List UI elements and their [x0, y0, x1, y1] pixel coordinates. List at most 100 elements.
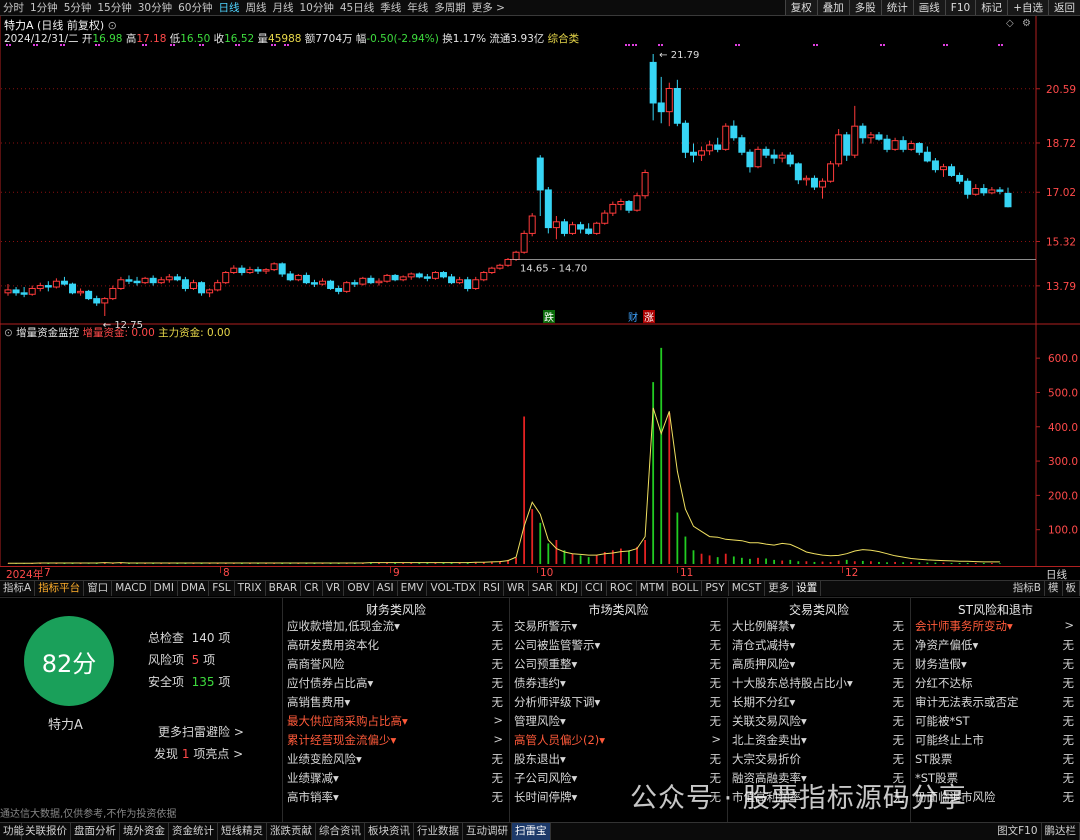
indicator-tab[interactable]: MCST: [729, 581, 766, 596]
bottom-tab[interactable]: 综合资讯: [316, 823, 365, 840]
indicator-tab[interactable]: EMV: [398, 581, 428, 596]
period-tab[interactable]: 周线: [243, 0, 270, 15]
period-tab[interactable]: 多周期: [431, 0, 469, 15]
risk-row[interactable]: 业绩变脸风险▾ 无: [287, 751, 503, 769]
indicator-settings-icon[interactable]: ⊙: [4, 327, 13, 339]
indicator-tab[interactable]: ROC: [607, 581, 637, 596]
period-tab[interactable]: 分时: [0, 0, 27, 15]
indicator-tab-right[interactable]: 板: [1063, 581, 1080, 596]
risk-row[interactable]: 北上资金卖出▾ 无: [732, 732, 904, 750]
risk-row[interactable]: 高销售费用▾ 无: [287, 694, 503, 712]
indicator-tab[interactable]: KDJ: [557, 581, 583, 596]
menu-button[interactable]: 复权: [784, 0, 817, 15]
period-tab[interactable]: 60分钟: [175, 0, 215, 15]
period-tab[interactable]: 45日线: [337, 0, 377, 15]
indicator-tab[interactable]: BRAR: [266, 581, 302, 596]
indicator-tab[interactable]: 指标平台: [35, 581, 85, 596]
menu-button[interactable]: 叠加: [816, 0, 849, 15]
indicator-tab[interactable]: SAR: [529, 581, 558, 596]
indicator-tab[interactable]: 窗口: [84, 581, 113, 596]
period-tab[interactable]: 1分钟: [27, 0, 61, 15]
risk-row[interactable]: 最大供应商采购占比高▾ >: [287, 713, 503, 731]
period-tab[interactable]: 年线: [404, 0, 431, 15]
bottom-tab[interactable]: 短线精灵: [218, 823, 267, 840]
risk-row[interactable]: 清仓式减持▾ 无: [732, 637, 904, 655]
menu-button[interactable]: F10: [944, 0, 976, 15]
risk-row[interactable]: 关联交易风险▾ 无: [732, 713, 904, 731]
bottom-right-tab[interactable]: 图文F10: [994, 823, 1042, 840]
period-tab[interactable]: 月线: [270, 0, 297, 15]
indicator-tab[interactable]: MACD: [112, 581, 151, 596]
bottom-tab[interactable]: 功能: [0, 823, 24, 840]
risk-row[interactable]: 管理风险▾ 无: [514, 713, 721, 731]
risk-row[interactable]: 交易所警示▾ 无: [514, 618, 721, 636]
bottom-tab[interactable]: 盘面分析: [71, 823, 120, 840]
period-tab[interactable]: 30分钟: [135, 0, 175, 15]
bottom-right-tab[interactable]: 鹏达栏: [1042, 823, 1080, 840]
risk-row[interactable]: 高管人员偏少(2)▾ >: [514, 732, 721, 750]
bottom-tab[interactable]: 资金统计: [169, 823, 218, 840]
risk-row[interactable]: 公司预重整▾ 无: [514, 656, 721, 674]
risk-row[interactable]: 十大股东总持股占比小▾ 无: [732, 675, 904, 693]
flag-die[interactable]: 跌: [544, 311, 554, 324]
menu-button[interactable]: 标记: [975, 0, 1008, 15]
risk-row[interactable]: 累计经营现金流偏少▾ >: [287, 732, 503, 750]
period-tab[interactable]: 10分钟: [297, 0, 337, 15]
indicator-tab[interactable]: PSY: [702, 581, 729, 596]
indicator-tab[interactable]: OBV: [344, 581, 374, 596]
gear-icon[interactable]: ⚙: [1022, 18, 1031, 29]
flag-zhang[interactable]: 涨: [644, 312, 654, 324]
risk-row[interactable]: 股东退出▾ 无: [514, 751, 721, 769]
risk-row[interactable]: 应付债券占比高▾ 无: [287, 675, 503, 693]
risk-row[interactable]: 债券违约▾ 无: [514, 675, 721, 693]
period-tab[interactable]: 5分钟: [61, 0, 95, 15]
menu-button[interactable]: +自选: [1007, 0, 1048, 15]
indicator-tab[interactable]: 更多: [765, 581, 794, 596]
risk-row[interactable]: 可能被*ST 无: [915, 713, 1074, 731]
bottom-tab[interactable]: 涨跌贡献: [267, 823, 316, 840]
risk-row[interactable]: 审计无法表示或否定 无: [915, 694, 1074, 712]
indicator-tab[interactable]: TRIX: [235, 581, 266, 596]
diamond-icon[interactable]: ◇: [1006, 18, 1014, 29]
indicator-tab-right[interactable]: 模: [1045, 581, 1063, 596]
period-tab[interactable]: 15分钟: [94, 0, 134, 15]
risk-row[interactable]: 分红不达标 无: [915, 675, 1074, 693]
risk-row[interactable]: 高市销率▾ 无: [287, 789, 503, 807]
period-tab[interactable]: 季线: [377, 0, 404, 15]
menu-button[interactable]: 画线: [912, 0, 945, 15]
risk-row[interactable]: 分析师评级下调▾ 无: [514, 694, 721, 712]
risk-row[interactable]: 高质押风险▾ 无: [732, 656, 904, 674]
risk-row[interactable]: 大宗交易折价 无: [732, 751, 904, 769]
indicator-tab[interactable]: RSI: [480, 581, 504, 596]
risk-row[interactable]: 可能终止上市 无: [915, 732, 1074, 750]
indicator-tab[interactable]: BOLL: [668, 581, 703, 596]
indicator-tab[interactable]: DMA: [178, 581, 210, 596]
indicator-tab[interactable]: WR: [504, 581, 529, 596]
indicator-tab[interactable]: DMI: [151, 581, 178, 596]
risk-row[interactable]: ST股票 无: [915, 751, 1074, 769]
risk-row[interactable]: 大比例解禁▾ 无: [732, 618, 904, 636]
period-tab[interactable]: 更多 >: [469, 0, 508, 15]
indicator-tab[interactable]: CCI: [582, 581, 607, 596]
menu-button[interactable]: 统计: [880, 0, 913, 15]
bottom-tab[interactable]: 扫雷宝: [512, 823, 551, 840]
indicator-tab[interactable]: MTM: [637, 581, 669, 596]
risk-row[interactable]: 高研发费用资本化 无: [287, 637, 503, 655]
chart-area[interactable]: 20.5918.7217.0215.3213.79◇ ⚙← 21.79← 12.7…: [0, 16, 1080, 566]
menu-button[interactable]: 返回: [1048, 0, 1080, 15]
risk-row[interactable]: 长期不分红▾ 无: [732, 694, 904, 712]
bottom-tab[interactable]: 板块资讯: [365, 823, 414, 840]
risk-row[interactable]: 财务造假▾ 无: [915, 656, 1074, 674]
highlight-link[interactable]: 发现 1 项亮点 >: [154, 745, 243, 762]
indicator-tab[interactable]: VR: [323, 581, 345, 596]
risk-row[interactable]: 净资产偏低▾ 无: [915, 637, 1074, 655]
indicator-tab[interactable]: 指标A: [0, 581, 36, 596]
menu-button[interactable]: 多股: [848, 0, 881, 15]
bottom-tab[interactable]: 关联报价: [22, 823, 71, 840]
indicator-name[interactable]: 增量资金监控: [16, 327, 79, 339]
indicator-tab[interactable]: ASI: [374, 581, 398, 596]
risk-row[interactable]: 会计师事务所变动▾ >: [915, 618, 1074, 636]
indicator-tab[interactable]: VOL-TDX: [427, 581, 480, 596]
risk-row[interactable]: 应收款增加,低现金流▾ 无: [287, 618, 503, 636]
period-tab[interactable]: 日线: [216, 0, 243, 15]
